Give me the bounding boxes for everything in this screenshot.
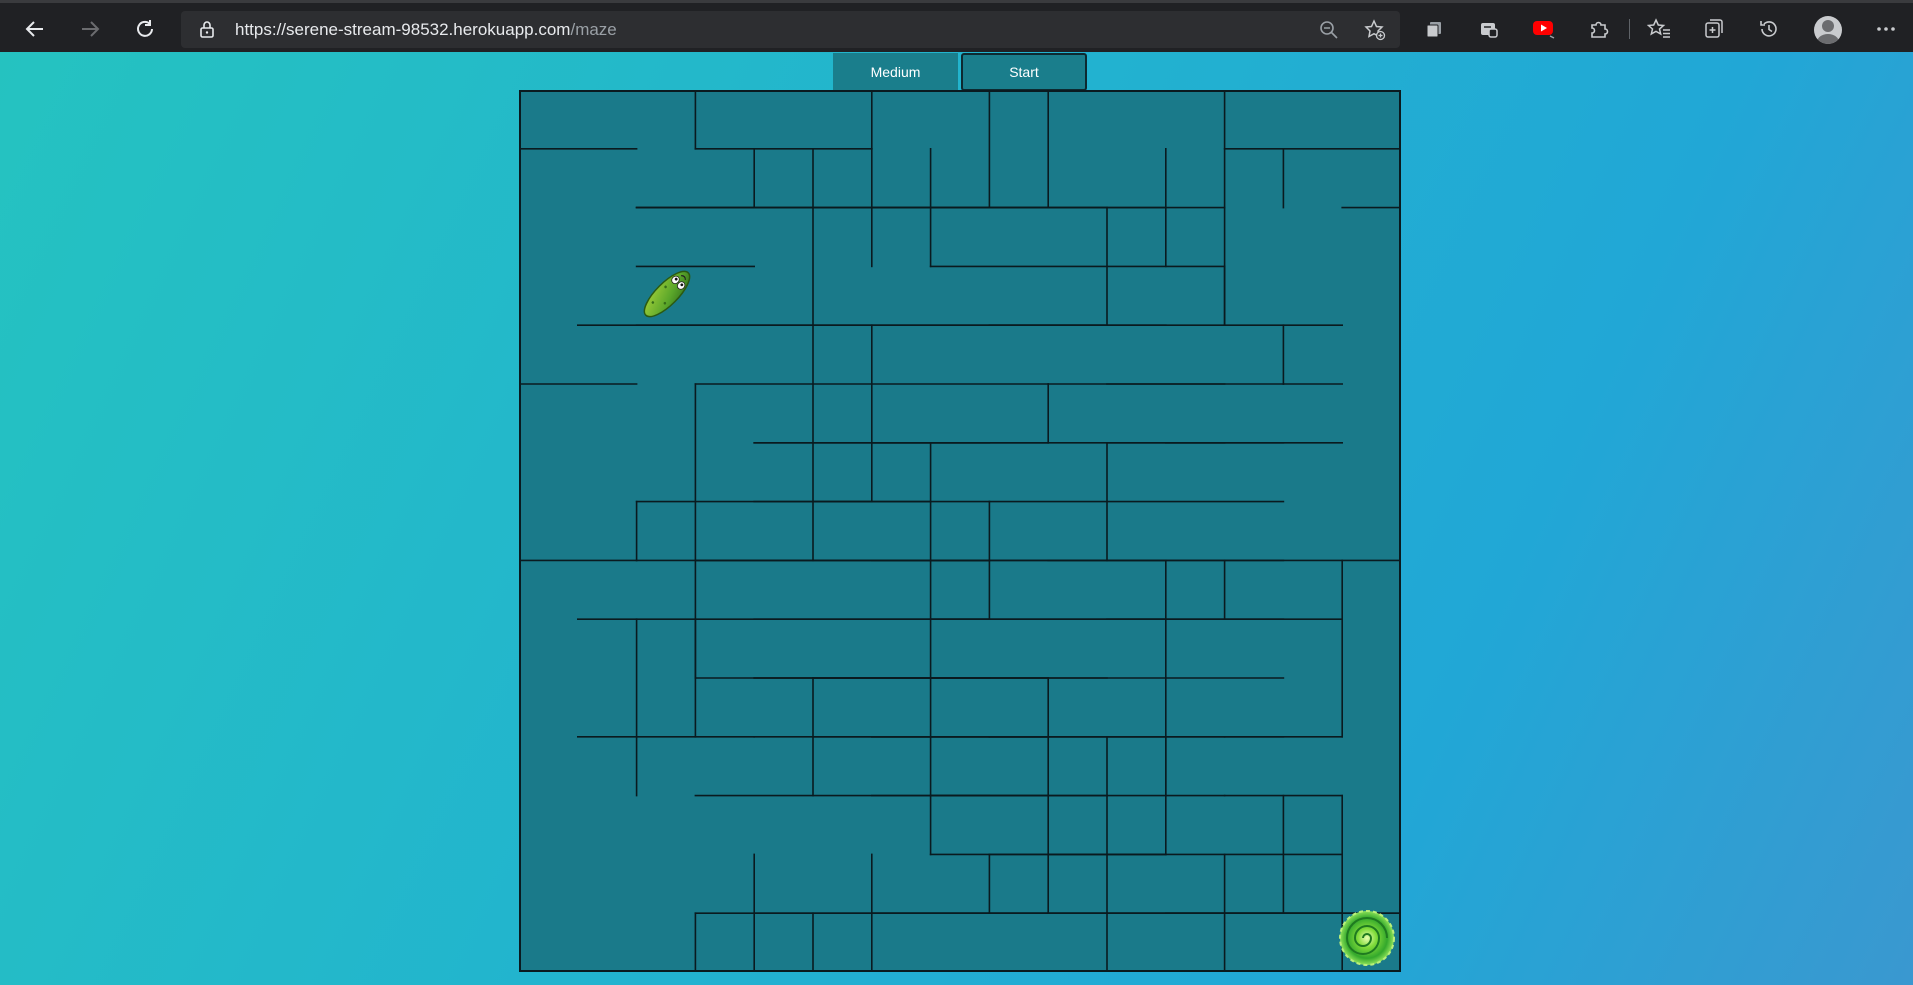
collections-icon[interactable] [1420,15,1448,43]
portal-icon[interactable] [1338,909,1396,967]
toolbar-separator [1629,19,1630,39]
extension-icon[interactable] [1475,15,1503,43]
address-bar[interactable]: https://serene-stream-98532.herokuapp.co… [181,11,1400,48]
maze-border [519,90,1401,972]
refresh-icon[interactable] [127,11,163,47]
collections-add-icon[interactable] [1700,15,1728,43]
puzzle-extensions-icon[interactable] [1585,15,1613,43]
maze-svg [519,90,1401,972]
url-text[interactable]: https://serene-stream-98532.herokuapp.co… [235,11,617,48]
history-icon[interactable] [1755,15,1783,43]
lock-icon[interactable] [199,20,215,43]
forward-arrow-icon[interactable] [72,11,108,47]
start-button[interactable]: Start [961,53,1087,91]
youtube-icon[interactable] [1530,15,1558,43]
more-icon[interactable] [1872,15,1900,43]
pickle-icon[interactable] [637,264,697,324]
profile-icon[interactable] [1814,16,1842,44]
add-favorite-icon[interactable] [1364,19,1386,41]
url-path: /maze [570,20,617,39]
back-arrow-icon[interactable] [17,11,53,47]
zoom-out-icon[interactable] [1318,19,1340,41]
difficulty-button[interactable]: Medium [833,53,958,91]
maze-board[interactable] [519,90,1401,972]
favorites-icon[interactable] [1645,15,1673,43]
url-host: https://serene-stream-98532.herokuapp.co… [235,20,571,39]
browser-toolbar: https://serene-stream-98532.herokuapp.co… [0,0,1913,52]
